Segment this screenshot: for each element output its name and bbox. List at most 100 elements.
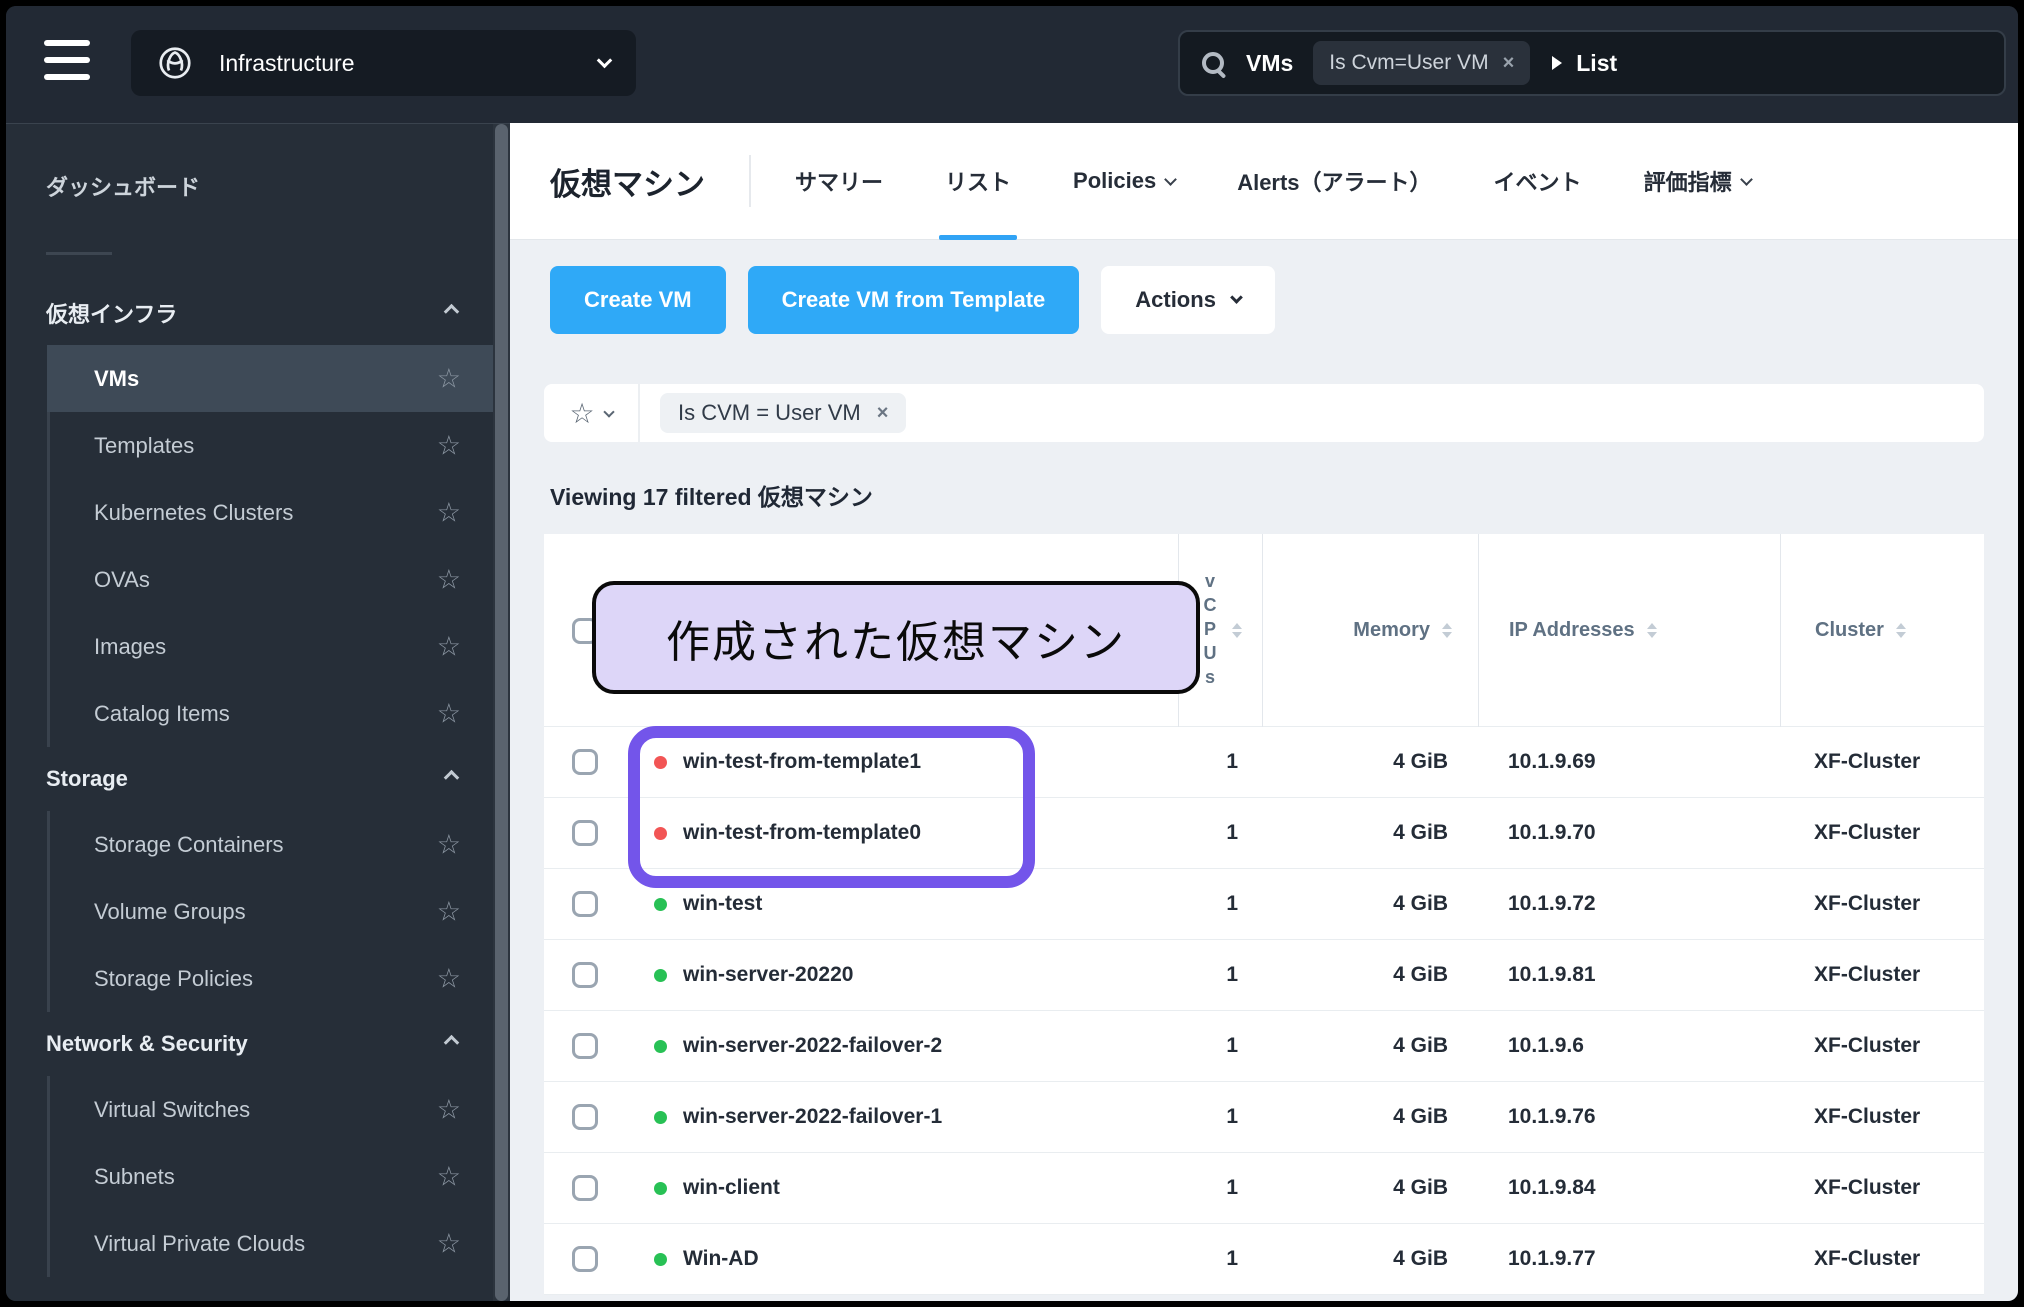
- create-vm-button[interactable]: Create VM: [550, 266, 726, 334]
- vm-name-link[interactable]: win-client: [683, 1176, 780, 1200]
- content-pane: Create VM Create VM from Template Action…: [510, 240, 2018, 1301]
- row-checkbox[interactable]: [572, 820, 598, 846]
- filter-chip-close-icon[interactable]: ×: [877, 402, 889, 425]
- favorite-star-icon[interactable]: ☆: [437, 1228, 461, 1259]
- tab-label: リスト: [945, 170, 1012, 195]
- tab-summary[interactable]: サマリー: [795, 123, 883, 240]
- vm-name-link[interactable]: win-server-2022-failover-1: [683, 1105, 942, 1129]
- saved-filter-star-dropdown[interactable]: ☆: [544, 384, 640, 442]
- favorite-star-icon[interactable]: ☆: [437, 698, 461, 729]
- vm-status-dot: [654, 1252, 667, 1266]
- row-checkbox[interactable]: [572, 1033, 598, 1059]
- tab-metrics[interactable]: 評価指標: [1644, 123, 1753, 240]
- search-filter-chip[interactable]: Is Cvm=User VM ×: [1313, 41, 1531, 85]
- table-row[interactable]: win-server-2022-failover-1 1 4 GiB 10.1.…: [544, 1082, 1984, 1153]
- row-checkbox[interactable]: [572, 1246, 598, 1272]
- favorite-star-icon[interactable]: ☆: [437, 829, 461, 860]
- sidebar-nav: ダッシュボード 仮想インフラ VMs ☆ Templates ☆ Kuberne…: [6, 123, 493, 1301]
- sidebar-scrollbar[interactable]: [493, 123, 510, 1301]
- screenshot-frame: Infrastructure VMs Is Cvm=User VM × List…: [0, 0, 2024, 1307]
- app-switcher-dropdown[interactable]: Infrastructure: [131, 30, 636, 96]
- tab-events[interactable]: イベント: [1494, 123, 1582, 240]
- sidebar-item-subnets[interactable]: Subnets ☆: [50, 1143, 493, 1210]
- table-row[interactable]: win-server-20220 1 4 GiB 10.1.9.81 XF-Cl…: [544, 940, 1984, 1011]
- cluster-cell: XF-Cluster: [1814, 821, 1921, 844]
- row-checkbox[interactable]: [572, 1175, 598, 1201]
- sidebar-section-virtual-infrastructure[interactable]: 仮想インフラ: [6, 281, 493, 345]
- vcpus-cell: 1: [1226, 1034, 1238, 1057]
- select-all-checkbox[interactable]: [572, 617, 598, 644]
- vm-name-link[interactable]: Win-AD: [683, 1247, 759, 1271]
- cluster-header-cell[interactable]: Cluster: [1780, 534, 1984, 727]
- active-filter-chip[interactable]: Is CVM = User VM ×: [660, 393, 907, 433]
- favorite-star-icon[interactable]: ☆: [437, 631, 461, 662]
- sidebar-section-storage[interactable]: Storage: [6, 747, 493, 811]
- app-window: Infrastructure VMs Is Cvm=User VM × List…: [6, 6, 2018, 1301]
- search-filter-chip-close-icon[interactable]: ×: [1503, 52, 1515, 75]
- actions-dropdown-button[interactable]: Actions: [1101, 266, 1275, 334]
- table-row[interactable]: win-server-2022-failover-2 1 4 GiB 10.1.…: [544, 1011, 1984, 1082]
- vcpus-cell: 1: [1226, 963, 1238, 986]
- vm-name-link[interactable]: win-test-from-template0: [683, 821, 921, 845]
- sidebar-item-templates[interactable]: Templates ☆: [50, 412, 493, 479]
- favorite-star-icon[interactable]: ☆: [437, 564, 461, 595]
- favorite-star-icon[interactable]: ☆: [437, 430, 461, 461]
- chevron-up-icon: [443, 1034, 460, 1051]
- table-row[interactable]: Win-AD 1 4 GiB 10.1.9.77 XF-Cluster: [544, 1224, 1984, 1295]
- row-checkbox[interactable]: [572, 749, 598, 775]
- sidebar-section-network-security[interactable]: Network & Security: [6, 1012, 493, 1076]
- sidebar-item-kubernetes-clusters[interactable]: Kubernetes Clusters ☆: [50, 479, 493, 546]
- sort-icon: [1442, 623, 1452, 638]
- sidebar-item-storage-policies[interactable]: Storage Policies ☆: [50, 945, 493, 1012]
- vm-name-link[interactable]: win-test-from-template1: [683, 750, 921, 774]
- favorite-star-icon[interactable]: ☆: [437, 1094, 461, 1125]
- table-row[interactable]: win-client 1 4 GiB 10.1.9.84 XF-Cluster: [544, 1153, 1984, 1224]
- vm-name-link[interactable]: win-server-2022-failover-2: [683, 1034, 942, 1058]
- vcpus-header-label: vCPUs: [1200, 570, 1220, 691]
- sidebar-scrollbar-thumb[interactable]: [495, 124, 508, 1301]
- global-search-bar[interactable]: VMs Is Cvm=User VM × List: [1178, 30, 2006, 96]
- vcpus-cell: 1: [1226, 821, 1238, 844]
- chevron-down-icon: [1164, 173, 1178, 186]
- favorite-star-icon[interactable]: ☆: [437, 497, 461, 528]
- sidebar-item-dashboard[interactable]: ダッシュボード: [6, 154, 493, 218]
- table-row[interactable]: win-test-from-template1 1 4 GiB 10.1.9.6…: [544, 727, 1984, 798]
- vm-name-link[interactable]: win-test: [683, 892, 762, 916]
- tab-label: イベント: [1493, 170, 1582, 195]
- memory-cell: 4 GiB: [1393, 1176, 1448, 1199]
- tab-label: サマリー: [795, 170, 884, 195]
- sidebar-item-label: OVAs: [94, 566, 150, 592]
- sidebar-item-catalog-items[interactable]: Catalog Items ☆: [50, 680, 493, 747]
- row-checkbox[interactable]: [572, 962, 598, 988]
- sidebar-item-storage-containers[interactable]: Storage Containers ☆: [50, 811, 493, 878]
- memory-cell: 4 GiB: [1393, 1247, 1448, 1270]
- create-vm-from-template-button[interactable]: Create VM from Template: [747, 266, 1080, 334]
- tab-list[interactable]: リスト: [939, 123, 1018, 240]
- ip-addresses-header-cell[interactable]: IP Addresses: [1478, 534, 1780, 727]
- row-checkbox[interactable]: [572, 891, 598, 917]
- table-row[interactable]: win-test-from-template0 1 4 GiB 10.1.9.7…: [544, 798, 1984, 869]
- memory-header-cell[interactable]: Memory: [1262, 534, 1478, 727]
- ip-cell: 10.1.9.72: [1508, 892, 1596, 915]
- cluster-header-label: Cluster: [1815, 619, 1884, 641]
- sidebar-item-virtual-switches[interactable]: Virtual Switches ☆: [50, 1076, 493, 1143]
- tab-alerts[interactable]: Alerts（アラート）: [1237, 123, 1431, 240]
- sidebar-item-images[interactable]: Images ☆: [50, 613, 493, 680]
- vm-status-dot: [654, 1181, 667, 1195]
- favorite-star-icon[interactable]: ☆: [437, 896, 461, 927]
- vm-name-link[interactable]: win-server-20220: [683, 963, 853, 987]
- filter-bar: ☆ Is CVM = User VM ×: [544, 384, 1984, 442]
- sidebar-item-volume-groups[interactable]: Volume Groups ☆: [50, 878, 493, 945]
- favorite-star-icon[interactable]: ☆: [437, 1161, 461, 1192]
- favorite-star-icon[interactable]: ☆: [437, 963, 461, 994]
- row-checkbox[interactable]: [572, 1104, 598, 1130]
- tab-policies[interactable]: Policies: [1073, 123, 1178, 240]
- sidebar-item-virtual-private-clouds[interactable]: Virtual Private Clouds ☆: [50, 1210, 493, 1277]
- table-row[interactable]: win-test 1 4 GiB 10.1.9.72 XF-Cluster: [544, 869, 1984, 940]
- cluster-cell: XF-Cluster: [1814, 892, 1921, 915]
- sidebar-item-vms[interactable]: VMs ☆: [47, 345, 493, 412]
- hamburger-menu-icon[interactable]: [44, 40, 90, 80]
- vcpus-header-cell[interactable]: vCPUs: [1178, 534, 1262, 727]
- favorite-star-icon[interactable]: ☆: [437, 363, 461, 394]
- sidebar-item-ovas[interactable]: OVAs ☆: [50, 546, 493, 613]
